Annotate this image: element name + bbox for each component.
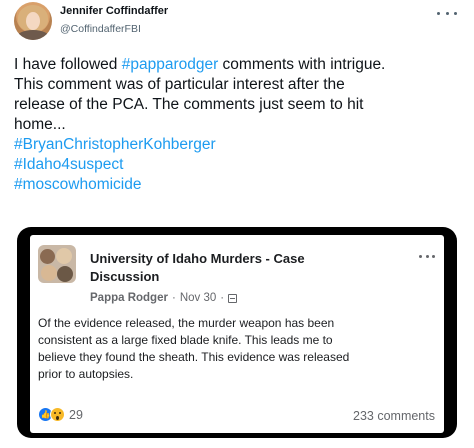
tweet-text: I have followed #papparodger comments wi…: [14, 55, 464, 195]
post-meta: Pappa Rodger · Nov 30 ·: [90, 292, 238, 304]
post-text-line: consistent as a large fixed blade knife.…: [38, 333, 333, 347]
group-avatar[interactable]: [38, 245, 76, 283]
author-handle[interactable]: @CoffindafferFBI: [60, 23, 141, 35]
post-text: Of the evidence released, the murder wea…: [38, 315, 438, 383]
hashtag-link[interactable]: #moscowhomicide: [14, 175, 464, 195]
post-more-options-icon[interactable]: [419, 253, 435, 259]
group-title-line: University of Idaho Murders - Case: [90, 251, 305, 266]
author-avatar[interactable]: [14, 2, 52, 40]
group-privacy-icon: [228, 293, 238, 303]
more-options-icon[interactable]: [437, 6, 457, 20]
post-text-line: Of the evidence released, the murder wea…: [38, 316, 335, 330]
wow-reaction-icon: [50, 407, 65, 422]
group-title[interactable]: University of Idaho Murders - Case Discu…: [90, 250, 380, 286]
avatar-shoulders: [16, 30, 50, 40]
group-title-line: Discussion: [90, 269, 160, 284]
group-avatar-photo: [56, 248, 72, 264]
tweet-line: I have followed #papparodger comments wi…: [14, 55, 464, 75]
meta-separator: ·: [171, 292, 176, 304]
tweet-text-segment: comments with intrigue.: [218, 56, 386, 73]
group-avatar-photo: [40, 249, 55, 264]
hashtag-link[interactable]: #papparodger: [122, 56, 219, 73]
tweet-line: This comment was of particular interest …: [14, 76, 345, 93]
tweet-text-segment: I have followed: [14, 56, 122, 73]
comments-count-link[interactable]: 233 comments: [353, 409, 435, 423]
embedded-image[interactable]: University of Idaho Murders - Case Discu…: [17, 227, 457, 438]
post-text-line: prior to autopsies.: [38, 367, 134, 381]
reaction-count: 29: [69, 407, 83, 422]
post-date[interactable]: Nov 30: [180, 292, 216, 304]
tweet: Jennifer Coffindaffer @CoffindafferFBI I…: [0, 0, 474, 448]
hashtag-link[interactable]: #Idaho4suspect: [14, 155, 464, 175]
facebook-post-card: University of Idaho Murders - Case Discu…: [30, 235, 444, 433]
group-avatar-photo: [41, 265, 57, 281]
post-author[interactable]: Pappa Rodger: [90, 292, 168, 304]
hashtag-link[interactable]: #BryanChristopherKohberger: [14, 135, 464, 155]
group-avatar-photo: [57, 266, 73, 282]
meta-separator: ·: [220, 292, 225, 304]
post-text-line: believe they found the sheath. This evid…: [38, 350, 350, 364]
author-name[interactable]: Jennifer Coffindaffer: [60, 5, 168, 17]
reactions-summary[interactable]: 👍 29: [38, 407, 83, 422]
avatar-face: [26, 12, 40, 30]
tweet-line: home...: [14, 116, 66, 133]
tweet-line: release of the PCA. The comments just se…: [14, 96, 364, 113]
